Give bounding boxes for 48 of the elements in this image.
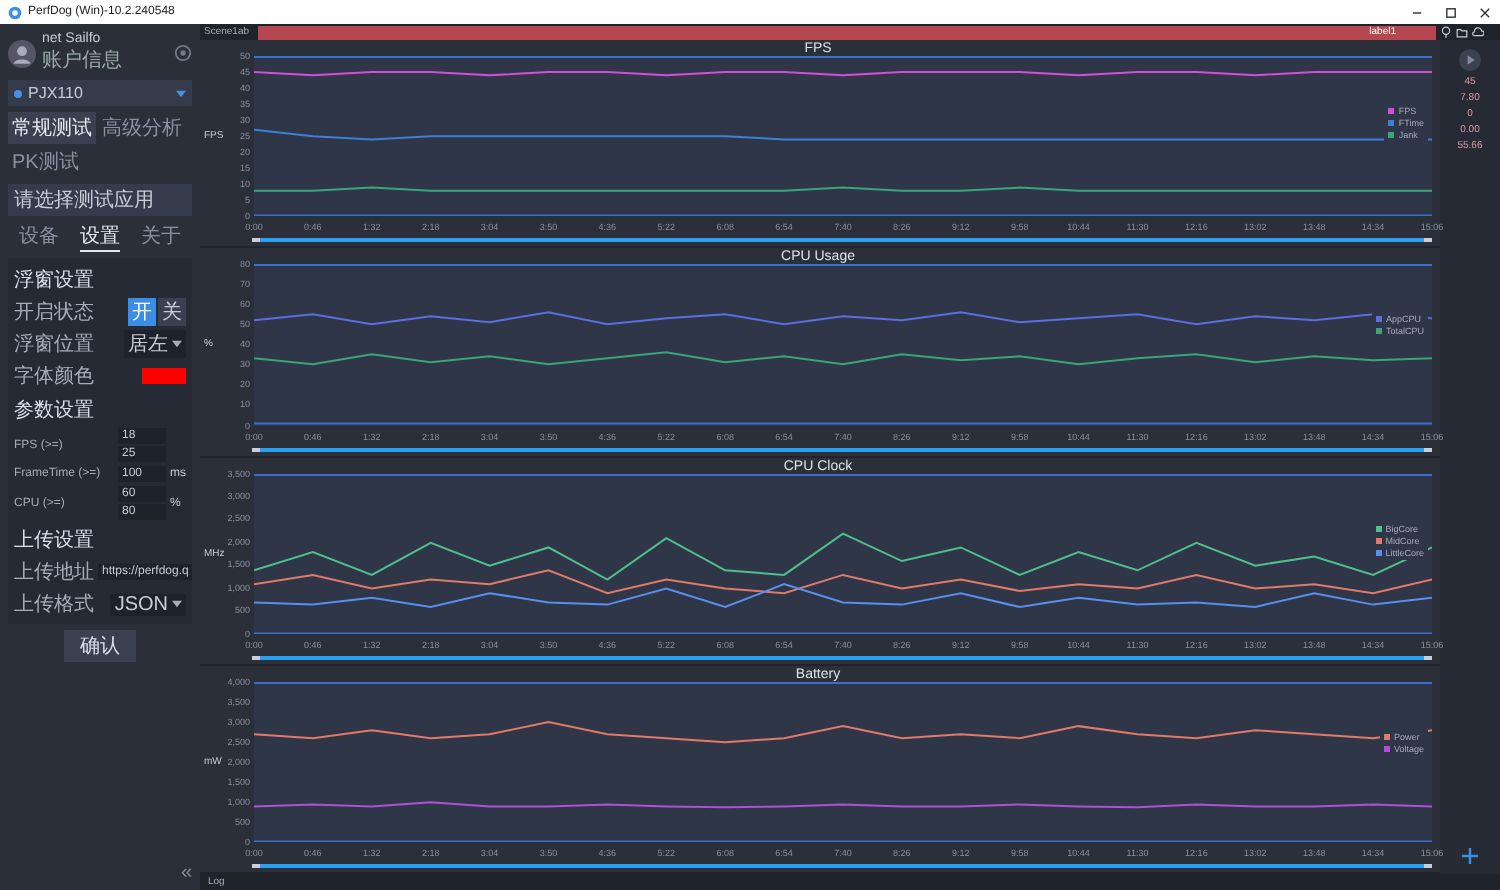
color-swatch[interactable]: [142, 368, 186, 384]
setting-label: 开启状态: [14, 299, 94, 326]
legend-swatch[interactable]: [1383, 745, 1390, 752]
mode-tab[interactable]: 高级分析: [98, 112, 186, 144]
app-select[interactable]: 请选择测试应用: [8, 184, 192, 216]
panel-tab[interactable]: 关于: [141, 222, 182, 252]
device-select[interactable]: PJX110: [8, 80, 192, 106]
toggle-option[interactable]: 关: [158, 298, 186, 326]
mode-tab[interactable]: 常规测试: [8, 112, 96, 144]
app-logo-icon: [8, 5, 22, 19]
legend-swatch[interactable]: [1388, 108, 1395, 115]
legend-swatch[interactable]: [1388, 132, 1395, 139]
account-link[interactable]: 账户信息: [42, 46, 168, 74]
play-icon[interactable]: [1458, 48, 1482, 72]
caret-icon: [172, 340, 182, 348]
settings-icon[interactable]: [174, 44, 192, 62]
time-range-slider[interactable]: [252, 238, 1432, 243]
avatar-icon: [8, 39, 36, 67]
section-title: 浮窗设置: [14, 267, 96, 294]
folder-icon[interactable]: [1456, 26, 1468, 38]
location-icon[interactable]: [1440, 26, 1452, 38]
section-title: 上传设置: [14, 527, 96, 554]
setting-label: 字体颜色: [14, 363, 94, 390]
select-field[interactable]: 居左: [124, 330, 186, 358]
legend-swatch[interactable]: [1383, 733, 1390, 740]
add-icon[interactable]: [1460, 846, 1480, 866]
legend-swatch[interactable]: [1388, 120, 1395, 127]
panel-tab[interactable]: 设备: [18, 222, 59, 252]
panel-tab[interactable]: 设置: [79, 222, 120, 252]
time-range-slider[interactable]: [252, 655, 1432, 660]
section-title: 参数设置: [14, 397, 96, 424]
legend-swatch[interactable]: [1375, 525, 1382, 532]
setting-label: 上传地址: [14, 559, 94, 586]
legend-swatch[interactable]: [1375, 549, 1382, 556]
legend-swatch[interactable]: [1375, 537, 1382, 544]
collapse-button[interactable]: «: [180, 862, 192, 884]
caret-icon: [176, 89, 186, 97]
legend-swatch[interactable]: [1375, 328, 1382, 335]
legend-swatch[interactable]: [1375, 316, 1382, 323]
caret-icon: [172, 600, 182, 608]
close-icon[interactable]: [1478, 5, 1492, 19]
cloud-icon[interactable]: [1472, 26, 1484, 38]
maximize-icon[interactable]: [1444, 5, 1458, 19]
setting-label: 浮窗位置: [14, 331, 94, 358]
setting-label: 上传格式: [14, 591, 94, 618]
select-field[interactable]: JSON: [110, 593, 186, 615]
mode-tab[interactable]: PK测试: [8, 146, 83, 178]
confirm-button[interactable]: 确认: [64, 630, 136, 662]
